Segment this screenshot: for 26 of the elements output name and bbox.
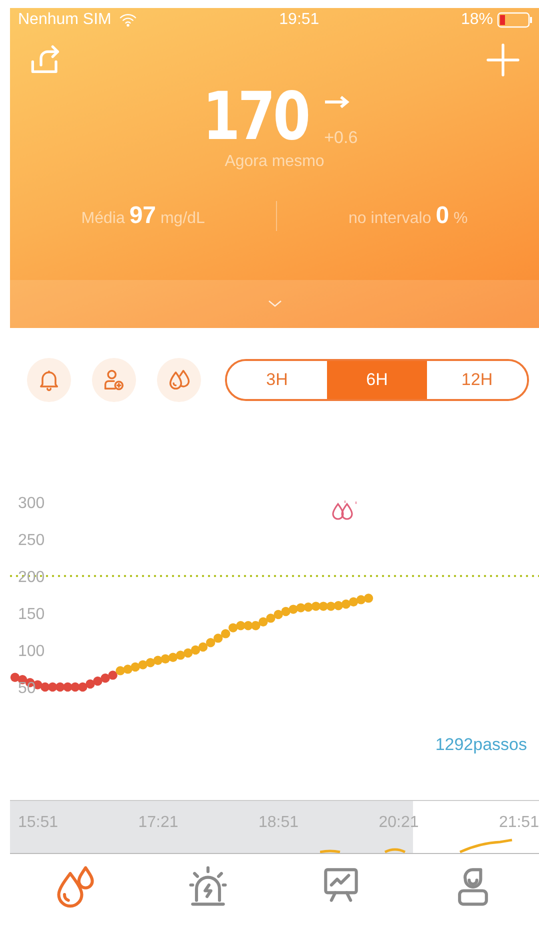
time-label: 21:51 [498, 813, 539, 833]
tool-button[interactable] [27, 358, 71, 402]
chevron-down-icon[interactable] [268, 300, 282, 308]
axis-label: 150 [18, 606, 45, 623]
status-time: 19:51 [279, 10, 320, 30]
time-label: 17:21 [138, 813, 178, 833]
trend-value: +0.6 [324, 126, 358, 148]
battery-icon [496, 12, 533, 28]
time-label: 20:21 [378, 813, 419, 833]
tool-button[interactable] [157, 358, 201, 402]
axis-label: 250 [18, 532, 45, 549]
range-tab[interactable]: 6H [327, 361, 427, 399]
time-label: 18:51 [258, 813, 299, 833]
reading-time: Agora mesmo [224, 153, 324, 170]
axis-label: 50 [18, 680, 36, 697]
blood-drops-icon [332, 500, 357, 520]
tool-button[interactable] [92, 358, 136, 402]
step-count: 1292passos [435, 735, 527, 754]
axis-label: 100 [18, 643, 45, 660]
axis-label: 300 [18, 495, 45, 512]
glucose-value: 170 [202, 84, 309, 150]
axis-label: 200 [18, 569, 45, 586]
battery-percent: 18% [460, 10, 493, 30]
carrier-name: Nenhum SIM [18, 10, 112, 30]
wifi-icon [119, 11, 138, 29]
time-label: 15:51 [18, 813, 58, 833]
